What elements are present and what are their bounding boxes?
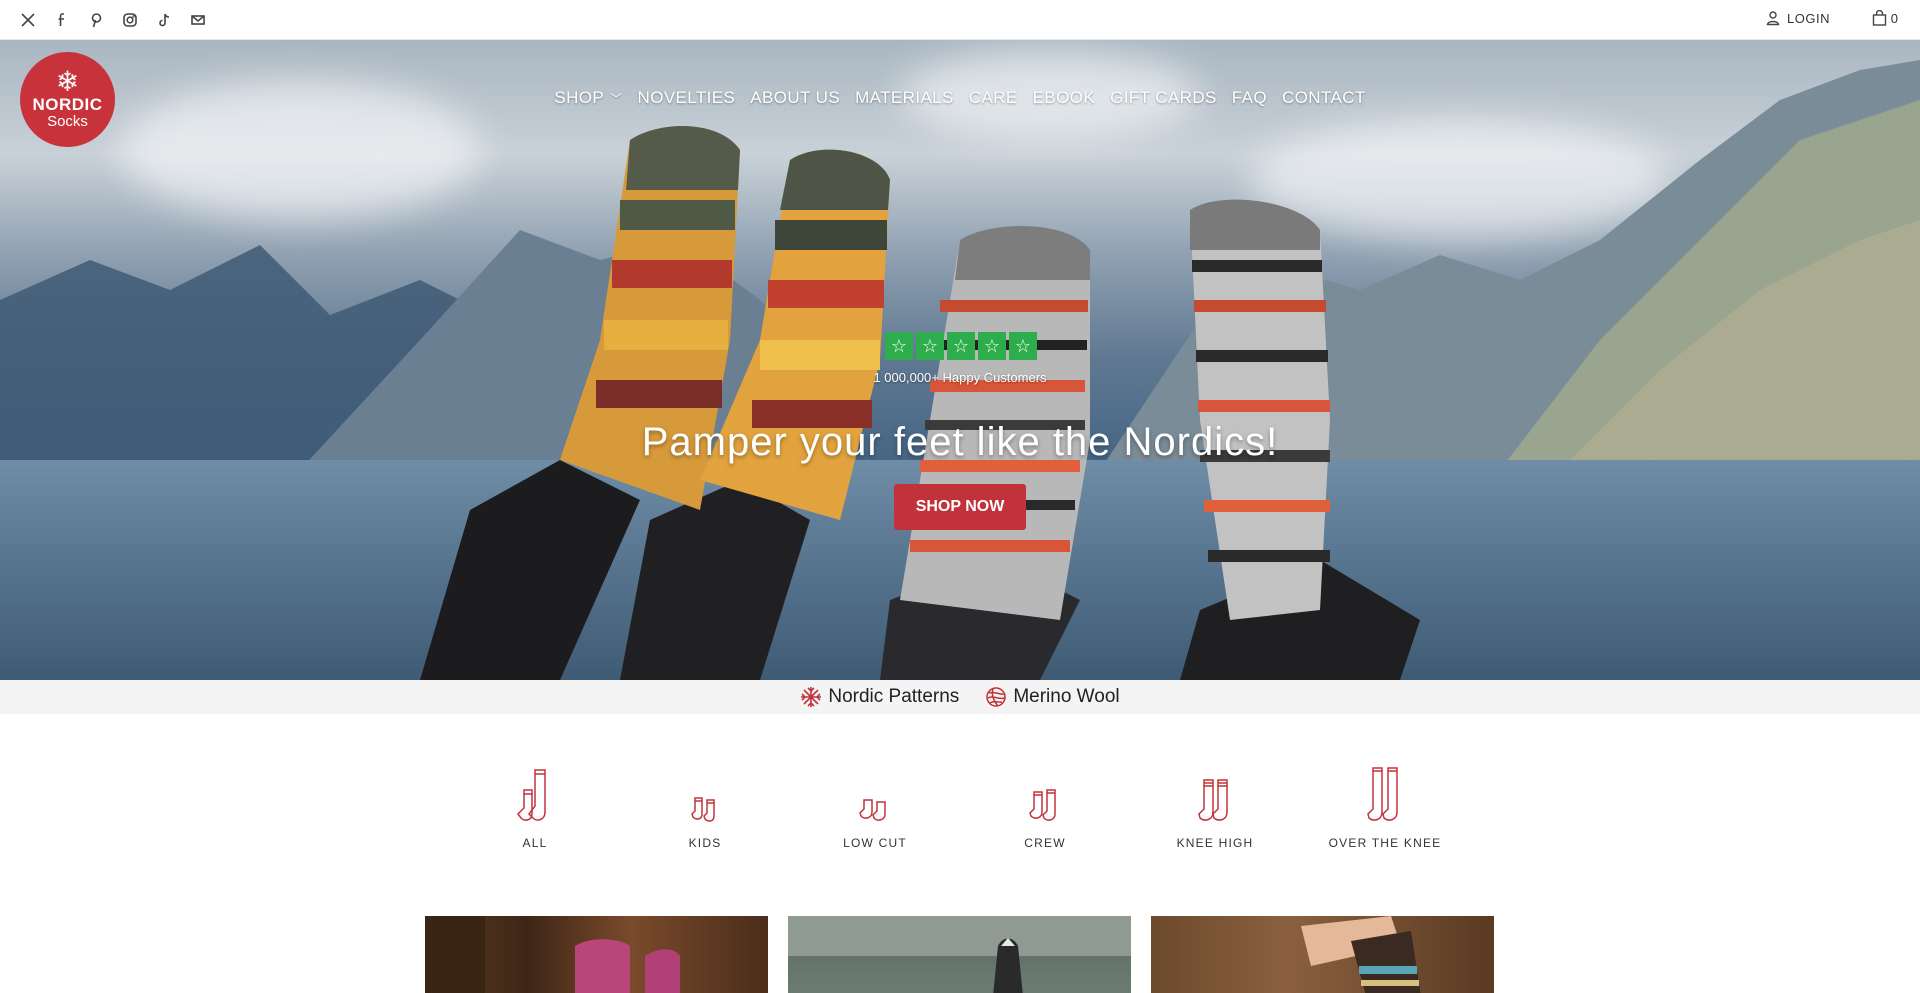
category-kids[interactable]: KIDS (620, 762, 790, 850)
nav-item-label: SHOP (554, 88, 605, 107)
usp-label: Nordic Patterns (828, 686, 960, 707)
nav-item-contact[interactable]: CONTACT (1282, 88, 1366, 108)
cart-link[interactable]: 0 (1872, 10, 1898, 26)
socks-knee-high-icon (1196, 762, 1234, 824)
email-icon[interactable] (188, 10, 208, 30)
usp-merino-wool: Merino Wool (985, 686, 1120, 708)
featured-tile[interactable] (1151, 916, 1494, 993)
star-icon: ☆ (1009, 332, 1037, 360)
featured-tile[interactable] (788, 916, 1131, 993)
hero-socks-illustration (420, 126, 1420, 680)
socks-all-icon (515, 762, 555, 824)
happy-customers-text: 1 000,000+ Happy Customers (873, 370, 1047, 385)
tiktok-icon[interactable] (154, 10, 174, 30)
login-label: LOGIN (1787, 10, 1830, 26)
social-links (18, 10, 208, 30)
shopping-bag-icon (1872, 10, 1886, 26)
socks-crew-icon (1028, 762, 1062, 824)
category-label: ALL (522, 836, 548, 850)
nav-item-novelties[interactable]: NOVELTIES (638, 88, 736, 108)
user-icon (1766, 11, 1780, 26)
socks-low-cut-icon (858, 762, 892, 824)
chevron-down-icon: ﹀ (610, 91, 623, 106)
socks-kids-icon (690, 762, 720, 824)
category-label: KIDS (688, 836, 722, 850)
tile-image (425, 916, 680, 993)
category-label: KNEE HIGH (1176, 836, 1254, 850)
tile-image (1301, 916, 1421, 993)
category-all[interactable]: ALL (450, 762, 620, 850)
yarn-ball-icon (986, 687, 1007, 707)
nav-item-faq[interactable]: FAQ (1232, 88, 1267, 108)
main-navigation: SHOP ﹀ NOVELTIES ABOUT US MATERIALS CARE … (0, 88, 1920, 108)
instagram-icon[interactable] (120, 10, 140, 30)
nav-item-materials[interactable]: MATERIALS (855, 88, 954, 108)
snowflake-icon (801, 687, 822, 707)
facebook-icon[interactable] (52, 10, 72, 30)
usp-nordic-patterns: Nordic Patterns (800, 686, 959, 708)
hero-banner: ☆ ☆ ☆ ☆ ☆ 1 000,000+ Happy Customers Pam… (0, 40, 1920, 680)
login-link[interactable]: LOGIN (1765, 10, 1830, 26)
logo-line2: Socks (47, 112, 88, 130)
nav-item-ebook[interactable]: EBOOK (1033, 88, 1095, 108)
category-label: OVER THE KNEE (1328, 836, 1442, 850)
top-utility-bar: LOGIN 0 (0, 0, 1920, 40)
x-twitter-icon[interactable] (18, 10, 38, 30)
star-icon: ☆ (885, 332, 913, 360)
star-icon: ☆ (978, 332, 1006, 360)
featured-tiles (425, 916, 1494, 993)
shop-now-button[interactable]: SHOP NOW (894, 484, 1026, 530)
socks-over-knee-icon (1365, 762, 1405, 824)
category-low-cut[interactable]: LOW CUT (790, 762, 960, 850)
category-crew[interactable]: CREW (960, 762, 1130, 850)
pinterest-icon[interactable] (86, 10, 106, 30)
nav-item-about-us[interactable]: ABOUT US (750, 88, 840, 108)
category-label: LOW CUT (843, 836, 907, 850)
nav-item-shop[interactable]: SHOP ﹀ (554, 88, 622, 108)
star-icon: ☆ (916, 332, 944, 360)
cart-count: 0 (1890, 10, 1898, 26)
hero-headline: Pamper your feet like the Nordics! (641, 420, 1279, 464)
featured-tile[interactable] (425, 916, 768, 993)
category-label: CREW (1024, 836, 1066, 850)
category-over-the-knee[interactable]: OVER THE KNEE (1300, 762, 1470, 850)
usp-bar: Nordic Patterns Merino Wool (0, 680, 1920, 714)
nav-item-care[interactable]: CARE (969, 88, 1018, 108)
usp-label: Merino Wool (1013, 686, 1120, 707)
nav-item-gift-cards[interactable]: GIFT CARDS (1110, 88, 1217, 108)
rating-stars: ☆ ☆ ☆ ☆ ☆ (885, 332, 1037, 360)
tile-image (788, 916, 1131, 993)
category-row: ALL KIDS LOW CUT CREW KNEE HIGH OVER THE… (0, 762, 1920, 850)
star-icon: ☆ (947, 332, 975, 360)
category-knee-high[interactable]: KNEE HIGH (1130, 762, 1300, 850)
